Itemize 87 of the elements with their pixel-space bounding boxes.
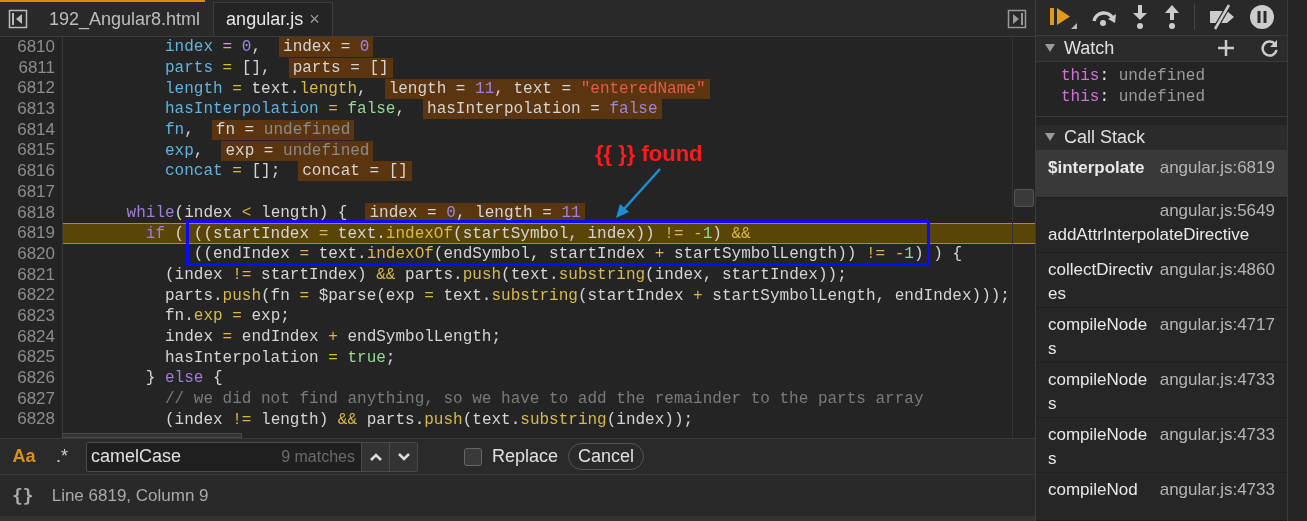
code-line: hasInterpolation = false, [164, 99, 406, 120]
code-line: concat = []; [164, 161, 281, 182]
close-tab-icon[interactable]: × [309, 9, 320, 30]
function-name: collectDirectives [1048, 259, 1154, 303]
add-icon[interactable] [1217, 39, 1235, 58]
function-name: addAttrInterpolateDirective [1048, 224, 1251, 247]
line-number: 6811 [17, 57, 56, 79]
code-line: hasInterpolation = true; [164, 347, 396, 368]
next-match-button[interactable] [389, 442, 417, 471]
code-line: // we did not find anything, so we have to add the remainder to the parts array [164, 389, 924, 410]
inline-value: exp = undefined [221, 140, 374, 161]
inline-value: parts = [] [288, 58, 393, 79]
source-location: angular.js:5649 [1159, 200, 1275, 223]
horizontal-scrollbar[interactable] [62, 433, 242, 438]
line-number: 6816 [16, 161, 56, 182]
line-number: 6818 [16, 202, 56, 224]
vertical-scrollbar[interactable] [1012, 37, 1033, 438]
line-number: 6826 [16, 368, 56, 389]
pause-icon[interactable] [1249, 4, 1275, 31]
line-number: 6810 [16, 37, 56, 58]
line-number: 6812 [16, 78, 56, 100]
code-line: exp, [164, 140, 204, 161]
inline-value: concat = [] [298, 161, 412, 182]
line-number: 6823 [16, 305, 56, 327]
code-line: fn.exp = exp; [164, 306, 290, 327]
annotation-text: {{ }} found [595, 141, 703, 167]
code-line: while(index < length) { [125, 202, 348, 223]
function-name: compileNodes [1048, 424, 1149, 468]
source-location: angular.js:4733 [1159, 369, 1275, 392]
watch-expression: this: undefined [1061, 86, 1207, 108]
source-location: angular.js:4733 [1159, 479, 1275, 502]
resume-icon[interactable] [1048, 5, 1078, 30]
code-line: parts = [], [164, 58, 271, 79]
replace-label: Replace [492, 446, 559, 467]
inline-value: hasInterpolation = false [423, 99, 662, 120]
line-number: 6817 [16, 181, 56, 203]
match-count: 9 matches [281, 447, 356, 466]
line-number: 6827 [16, 388, 56, 410]
line-number: 6814 [16, 119, 56, 141]
line-number: 6824 [16, 326, 56, 348]
code-line: } else { [144, 368, 223, 389]
code-line: ((endIndex = text.indexOf(endSymbol, startIndex + startSymbolLength)) != -1) ) { [192, 244, 962, 265]
line-number: 6825 [16, 347, 56, 368]
code-line: index = endIndex + endSymbolLength; [164, 326, 502, 347]
code-line: (index != length) && parts.push(text.substring(index)); [164, 409, 694, 430]
function-name: compileNod [1048, 479, 1139, 502]
function-name: compileNodes [1048, 369, 1149, 413]
cancel-button[interactable]: Cancel [568, 443, 645, 470]
function-name: $interpolate [1048, 156, 1146, 179]
line-number: 6813 [16, 99, 56, 120]
refresh-icon[interactable] [1261, 39, 1279, 58]
replace-checkbox[interactable] [464, 447, 482, 466]
source-location: angular.js:4860 [1159, 259, 1275, 282]
scroll-thumb[interactable] [1014, 189, 1034, 207]
line-number: 6828 [16, 409, 56, 431]
source-location: angular.js:4717 [1159, 314, 1275, 337]
code-line: index = 0, [164, 37, 262, 58]
code-line: fn, [164, 120, 194, 141]
source-location: angular.js:4733 [1159, 424, 1275, 447]
line-number: 6821 [16, 264, 56, 286]
file-tab[interactable]: angular.js × [213, 2, 333, 36]
code-line: length = text.length, [164, 78, 367, 99]
inline-value: index = 0 [279, 37, 374, 58]
pretty-print-button[interactable]: {} [12, 485, 34, 506]
inline-value: fn = undefined [211, 120, 355, 141]
current-code-line: if ( ((startIndex = text.indexOf(startSymbol, index)) != -1) && [144, 223, 751, 244]
file-tab[interactable]: 192_Angular8.html [36, 2, 214, 36]
cursor-position: Line 6819, Column 9 [51, 485, 209, 506]
function-name: compileNodes [1048, 314, 1149, 358]
inline-value: length = 11, text = "enteredName" [384, 78, 710, 99]
code-line: parts.push(fn = $parse(exp = text.substring(startIndex + startSymbolLength, endIndex))); [164, 285, 1010, 306]
source-location: angular.js:6819 [1159, 156, 1275, 179]
inline-value: index = 0, length = 11 [365, 202, 585, 223]
line-number: 6820 [16, 243, 56, 265]
match-case-toggle[interactable]: Aa [10, 446, 38, 467]
chevron-up-icon [368, 451, 383, 462]
watch-expression: this: undefined [1061, 65, 1207, 87]
line-number: 6815 [16, 140, 56, 162]
previous-match-button[interactable] [361, 442, 389, 471]
regex-toggle[interactable]: .* [48, 446, 76, 467]
chevron-down-icon [396, 451, 411, 462]
line-number: 6819 [16, 223, 56, 244]
search-field[interactable]: camelCase 9 matches [86, 441, 418, 472]
line-number: 6822 [16, 285, 56, 306]
step-out-icon[interactable] [1162, 4, 1182, 31]
code-line: (index != startIndex) && parts.push(text.substring(index, startIndex)); [164, 264, 847, 285]
call-stack-frame[interactable]: $interpolate angular.js:6819 [1036, 150, 1287, 199]
